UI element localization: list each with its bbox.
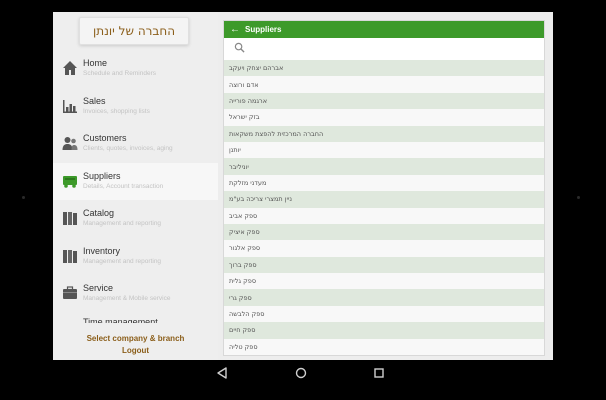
- sidebar-item-title: Inventory: [83, 245, 121, 256]
- sidebar-item-subtitle: Clients, quotes, invoices, aging: [83, 145, 173, 152]
- supplier-row[interactable]: בזק ישראל: [224, 109, 544, 126]
- supplier-row[interactable]: ספק חיים: [224, 322, 544, 339]
- supplier-row[interactable]: מעדני מזלקת: [224, 174, 544, 192]
- search-input[interactable]: [249, 40, 544, 55]
- search-icon: [234, 42, 245, 53]
- sidebar-item-subtitle: Management & Mobile service: [83, 295, 171, 302]
- supplier-name: ספק אלגור: [229, 244, 261, 253]
- sidebar-bottom: Select company & branch Logout: [53, 330, 218, 360]
- supplier-row[interactable]: החברה המרכזית להפצת משקאות: [224, 125, 544, 142]
- supplier-row[interactable]: ספק ברוך: [224, 256, 544, 274]
- supplier-row[interactable]: ספק הלבשה: [224, 305, 544, 323]
- sidebar-item-title: Customers: [83, 133, 127, 143]
- company-name: החברה של יונתן: [92, 24, 176, 38]
- suppliers-panel: ← Suppliers אברהם יצחק ויעקב אדם ורוצה ארג…: [223, 20, 545, 356]
- sidebar-item-inventory[interactable]: Inventory Management and reporting: [53, 238, 218, 276]
- back-triangle-icon[interactable]: [215, 366, 229, 380]
- select-company-branch-link[interactable]: Select company & branch: [53, 333, 218, 345]
- sidebar-item-service[interactable]: Service Management & Mobile service: [53, 275, 218, 313]
- right-edge-dot: [577, 196, 580, 199]
- supplier-name: יוניליבר: [229, 162, 249, 171]
- sidebar-item-title: Suppliers: [83, 170, 121, 181]
- back-arrow-icon[interactable]: ←: [226, 21, 244, 38]
- sidebar-item-title: Catalog: [83, 208, 115, 218]
- supplier-name: ספק חיים: [229, 326, 256, 335]
- supplier-row[interactable]: ספק גלית: [224, 273, 544, 290]
- supplier-name: ארגמה פורייה: [229, 96, 268, 105]
- sidebar-item-subtitle: Management and reporting: [83, 220, 162, 227]
- supplier-row[interactable]: יותנן: [224, 141, 544, 159]
- supplier-name: ספק ברוך: [229, 260, 257, 269]
- supplier-name: יותנן: [229, 146, 241, 155]
- supplier-name: ספק אביב: [229, 211, 258, 220]
- sidebar-item-catalog[interactable]: Catalog Management and reporting: [53, 200, 218, 238]
- supplier-name: ספק הלבשה: [229, 310, 265, 319]
- sidebar-item-customers[interactable]: Customers Clients, quotes, invoices, agi…: [53, 125, 218, 163]
- sidebar-nav: Home Schedule and Reminders Sales Invoic…: [53, 50, 218, 313]
- supplier-row[interactable]: ניין תמצרי צריכה בע"מ: [224, 191, 544, 208]
- supplier-row[interactable]: ספק איציק: [224, 223, 544, 241]
- supplier-row[interactable]: ספק אביב: [224, 207, 544, 224]
- home-icon: [63, 61, 77, 75]
- supplier-name: ספק איציק: [229, 228, 260, 237]
- supplier-row[interactable]: ספק טליה: [224, 338, 544, 355]
- supplier-name: מעדני מזלקת: [229, 178, 267, 187]
- logout-link[interactable]: Logout: [53, 345, 218, 357]
- sidebar-item-subtitle: Management and reporting: [83, 257, 162, 265]
- supplier-name: ניין תמצרי צריכה בע"מ: [229, 195, 293, 204]
- sidebar: החברה של יונתן Home Schedule and Reminde…: [53, 12, 218, 360]
- panel-header: ← Suppliers: [224, 21, 544, 38]
- supplier-row[interactable]: יוניליבר: [224, 158, 544, 175]
- app-screen: החברה של יונתן Home Schedule and Reminde…: [53, 12, 553, 360]
- supplier-name: ספק גלית: [229, 277, 257, 286]
- supplier-name: החברה המרכזית להפצת משקאות: [229, 129, 324, 138]
- supplier-name: אברהם יצחק ויעקב: [229, 64, 284, 73]
- supplier-row[interactable]: ארגמה פורייה: [224, 92, 544, 110]
- sidebar-item-time-management[interactable]: Time management: [83, 318, 158, 323]
- sidebar-item-subtitle: Details, Account transaction: [83, 182, 164, 190]
- sidebar-item-home[interactable]: Home Schedule and Reminders: [53, 50, 218, 88]
- book-icon: [63, 212, 77, 225]
- sidebar-item-sales[interactable]: Sales Invoices, shopping lists: [53, 88, 218, 126]
- bar-chart-icon: [63, 99, 77, 113]
- sidebar-item-suppliers[interactable]: Suppliers Details, Account transaction: [53, 162, 218, 200]
- supplier-row[interactable]: אדם ורוצה: [224, 76, 544, 93]
- sidebar-item-title: Sales: [83, 95, 106, 106]
- book-icon: [63, 249, 77, 263]
- home-circle-icon[interactable]: [294, 366, 308, 380]
- panel-title: Suppliers: [245, 25, 282, 34]
- android-nav-bar: [0, 360, 606, 400]
- sidebar-item-subtitle: Schedule and Reminders: [83, 70, 156, 77]
- company-name-button[interactable]: החברה של יונתן: [79, 17, 189, 45]
- left-edge-dot: [22, 196, 25, 199]
- supplier-row[interactable]: אברהם יצחק ויעקב: [224, 60, 544, 77]
- truck-icon: [63, 175, 77, 188]
- supplier-row[interactable]: ספק גרי: [224, 289, 544, 306]
- suppliers-list: אברהם יצחק ויעקב אדם ורוצה ארגמה פורייה בזק…: [224, 60, 544, 355]
- supplier-name: אדם ורוצה: [229, 80, 259, 89]
- people-icon: [62, 137, 78, 150]
- supplier-name: ספק טליה: [229, 342, 258, 351]
- sidebar-item-title: Home: [83, 58, 108, 68]
- supplier-name: בזק ישראל: [229, 113, 260, 122]
- supplier-row[interactable]: ספק אלגור: [224, 240, 544, 257]
- recents-square-icon[interactable]: [372, 366, 386, 380]
- search-bar: [224, 38, 544, 57]
- sidebar-item-subtitle: Invoices, shopping lists: [83, 107, 150, 115]
- sidebar-item-title: Service: [83, 283, 114, 293]
- briefcase-icon: [63, 286, 77, 299]
- supplier-name: ספק גרי: [229, 293, 252, 302]
